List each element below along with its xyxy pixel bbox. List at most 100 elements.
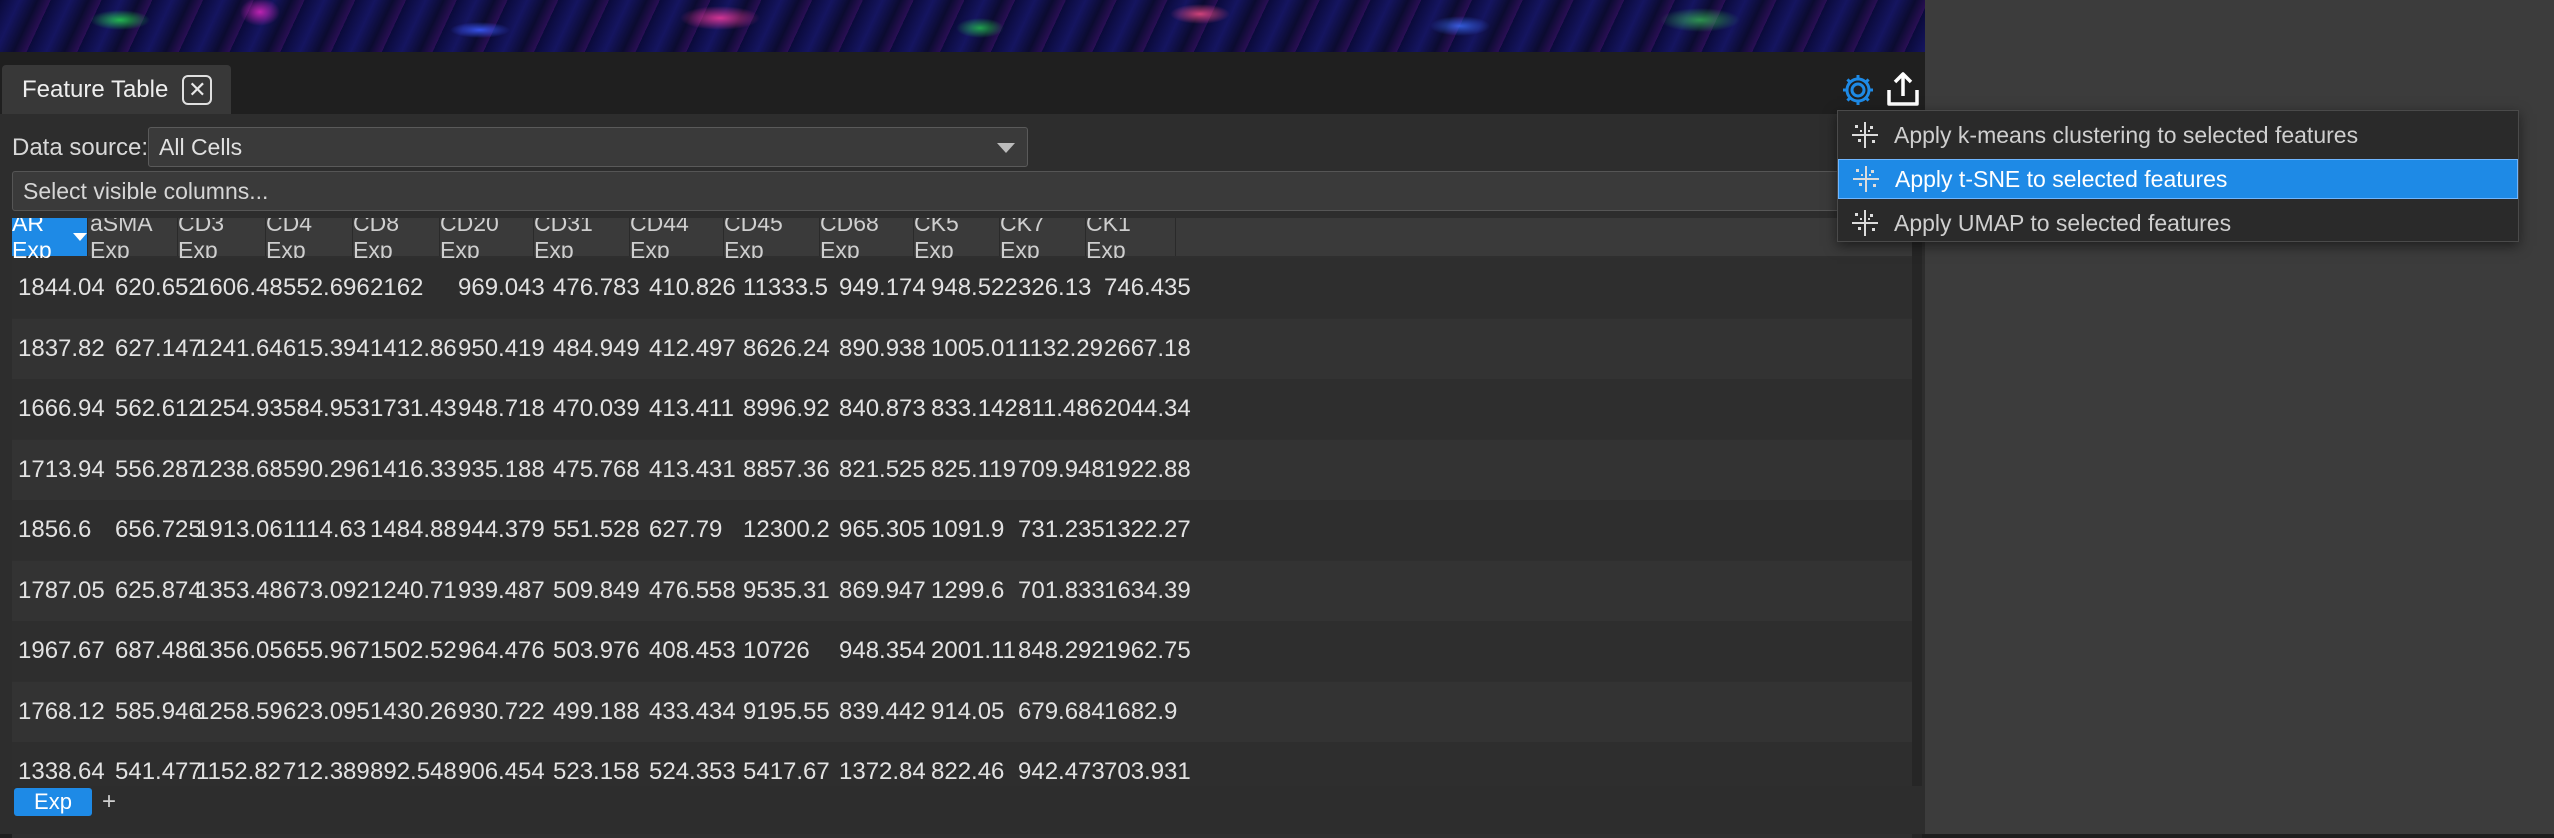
table-cell: 562.612 <box>115 395 202 422</box>
menu-item[interactable]: Apply t-SNE to selected features <box>1838 159 2518 199</box>
table-row[interactable]: 1787.05 625.874 1353.48 673.092 1240.71 939.4… <box>12 560 1912 621</box>
table-cell: 687.486 <box>115 637 202 664</box>
table-cell: 476.783 <box>553 274 640 301</box>
table-cell: 839.442 <box>839 697 926 725</box>
column-header[interactable]: CD8 Exp <box>353 218 440 263</box>
table-cell: 950.419 <box>458 334 545 362</box>
table-cell: 326.13 <box>1018 274 1092 301</box>
table-cell: 1682.9 <box>1104 697 1178 725</box>
table-cell: 551.528 <box>553 516 640 543</box>
visible-columns-selector[interactable]: Select visible columns... <box>12 171 1920 211</box>
column-header[interactable]: CD31 Exp <box>534 218 630 263</box>
column-header[interactable]: CD45 Exp <box>724 218 820 263</box>
table-cell: 1713.94 <box>18 455 105 483</box>
table-cell: 1844.04 <box>18 274 105 301</box>
tab-feature-table[interactable]: Feature Table ✕ <box>2 65 231 114</box>
table-cell: 1634.39 <box>1104 576 1191 604</box>
table-cell: 1132.29 <box>1018 334 1103 362</box>
table-cell: 9535.31 <box>743 576 830 604</box>
column-header[interactable]: CD44 Exp <box>630 218 724 263</box>
table-cell: 949.174 <box>839 274 926 301</box>
table-row[interactable]: 1856.6 656.725 1913.06 1114.63 1484.88 944.37… <box>12 500 1912 560</box>
column-header[interactable]: CD20 Exp <box>440 218 534 263</box>
table-row[interactable]: 1967.67 687.486 1356.05 655.967 1502.52 964.4… <box>12 621 1912 681</box>
table-cell: 499.188 <box>553 697 640 725</box>
table-cell: 935.188 <box>458 455 545 483</box>
table-cell: 8996.92 <box>743 395 830 422</box>
datasource-row: Data source: <box>12 128 148 168</box>
table-cell: 2044.34 <box>1104 395 1191 422</box>
table-cell: 1258.59 <box>196 697 283 725</box>
table-cell: 811.486 <box>1018 395 1103 422</box>
table-cell: 825.119 <box>931 455 1016 483</box>
table-scrollbar[interactable] <box>1912 218 1922 838</box>
close-icon[interactable]: ✕ <box>182 74 213 105</box>
column-header[interactable]: CK1 Exp <box>1086 218 1176 263</box>
table-cell: 615.394 <box>283 334 370 362</box>
table-cell: 585.946 <box>115 697 202 725</box>
gear-icon[interactable] <box>1840 72 1876 108</box>
table-row[interactable]: 1844.04 620.652 1606.48 552.696 2162 969.043 4… <box>12 258 1912 318</box>
table-cell: 1837.82 <box>18 334 105 362</box>
table-cell: 948.354 <box>839 637 926 664</box>
chevron-down-icon <box>997 143 1015 153</box>
table-cell: 1606.48 <box>196 274 283 301</box>
scatter-plot-icon <box>1850 208 1880 238</box>
table-row[interactable]: 1713.94 556.287 1238.68 590.296 1416.33 935.1… <box>12 439 1912 500</box>
table-cell: 433.434 <box>649 697 736 725</box>
table-cell: 2001.11 <box>931 637 1016 664</box>
table-cell: 890.938 <box>839 334 926 362</box>
datasource-select[interactable]: All Cells <box>148 127 1028 167</box>
add-sheet-button[interactable]: + <box>102 788 116 816</box>
datasource-selected-value: All Cells <box>159 134 243 160</box>
table-cell: 2162 <box>370 274 424 301</box>
table-row[interactable]: 1837.82 627.147 1241.64 615.394 1412.86 950.4… <box>12 318 1912 379</box>
table-cell: 821.525 <box>839 455 926 483</box>
table-cell: 1913.06 <box>196 516 283 543</box>
export-icon[interactable] <box>1884 70 1922 108</box>
table-cell: 476.558 <box>649 576 736 604</box>
menu-item[interactable]: Apply UMAP to selected features <box>1838 203 2518 243</box>
table-cell: 948.522 <box>931 274 1018 301</box>
table-cell: 470.039 <box>553 395 640 422</box>
table-cell: 1091.9 <box>931 516 1005 543</box>
table-cell: 1666.94 <box>18 395 105 422</box>
table-cell: 930.722 <box>458 697 545 725</box>
table-cell: 964.476 <box>458 637 545 664</box>
table-cell: 1962.75 <box>1104 637 1191 664</box>
sheet-tab-exp[interactable]: Exp <box>14 788 92 816</box>
datasource-label: Data source: <box>12 134 149 161</box>
tab-label: Feature Table <box>22 75 169 103</box>
table-cell: 413.431 <box>649 455 736 483</box>
table-cell: 1922.88 <box>1104 455 1191 483</box>
table-cell: 556.287 <box>115 455 202 483</box>
table-cell: 914.05 <box>931 697 1005 725</box>
table-cell: 627.79 <box>649 516 723 543</box>
table-cell: 1967.67 <box>18 637 105 664</box>
scatter-plot-icon <box>1851 164 1881 194</box>
menu-item[interactable]: Apply k-means clustering to selected fea… <box>1838 115 2518 155</box>
column-header[interactable]: CK5 Exp <box>914 218 1000 263</box>
menu-item-label: Apply UMAP to selected features <box>1894 209 2232 236</box>
visible-columns-placeholder: Select visible columns... <box>23 178 269 204</box>
column-header[interactable]: CD3 Exp <box>178 218 266 263</box>
table-cell: 948.718 <box>458 395 545 422</box>
table-cell: 1254.93 <box>196 395 283 422</box>
column-header[interactable]: CK7 Exp <box>1000 218 1086 263</box>
table-cell: 509.849 <box>553 576 640 604</box>
table-cell: 1768.12 <box>18 697 105 725</box>
column-header[interactable]: AR Exp <box>12 218 88 263</box>
table-cell: 1114.63 <box>283 516 367 543</box>
column-header[interactable]: aSMA Exp <box>90 218 178 263</box>
table-cell: 620.652 <box>115 274 202 301</box>
sheet-tab-bar: Exp + <box>0 786 1925 834</box>
table-cell: 590.296 <box>283 455 370 483</box>
table-cell: 584.953 <box>283 395 370 422</box>
feature-actions-menu: Apply k-means clustering to selected fea… <box>1837 110 2519 242</box>
table-cell: 2667.18 <box>1104 334 1191 362</box>
table-row[interactable]: 1666.94 562.612 1254.93 584.953 1731.43 948.7… <box>12 379 1912 439</box>
column-header[interactable]: CD4 Exp <box>266 218 353 263</box>
table-row[interactable]: 1768.12 585.946 1258.59 623.095 1430.26 930.7… <box>12 681 1912 742</box>
scatter-plot-icon <box>1850 120 1880 150</box>
column-header[interactable]: CD68 Exp <box>820 218 914 263</box>
